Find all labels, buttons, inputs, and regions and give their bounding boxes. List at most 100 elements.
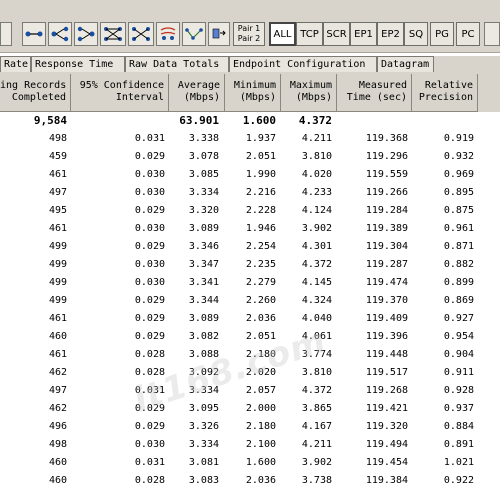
table-row[interactable]: 496 0.029 3.326 2.180 4.167 119.320 0.884 [0,418,500,436]
cell-records: 495 [48,205,67,216]
table-row[interactable]: 461 0.029 3.089 2.036 4.040 119.409 0.927 [0,310,500,328]
table-row[interactable]: 497 0.031 3.334 2.057 4.372 119.268 0.928 [0,382,500,400]
table-row[interactable]: 498 0.030 3.334 2.100 4.211 119.494 0.891 [0,436,500,454]
more-button[interactable] [484,22,500,46]
table-row[interactable]: 461 0.030 3.085 1.990 4.020 119.559 0.969 [0,166,500,184]
group-icon[interactable] [182,22,206,46]
table-row[interactable]: 499 0.030 3.341 2.279 4.145 119.474 0.899 [0,274,500,292]
cell-relative-precision: 0.922 [443,475,474,486]
filter-ep2-button[interactable]: EP2 [377,22,404,46]
cell-measured-time: 119.268 [365,385,408,396]
tab-raw-data-totals[interactable]: Raw Data Totals [125,56,229,72]
cell-relative-precision: 0.937 [443,403,474,414]
cell-minimum: 2.279 [245,277,276,288]
tab-rate[interactable]: Rate [0,56,31,72]
table-row[interactable]: 498 0.031 3.338 1.937 4.211 119.368 0.919 [0,130,500,148]
filter-ep1-button[interactable]: EP1 [350,22,377,46]
column-header-minimum[interactable]: Minimum (Mbps) [225,74,281,112]
filter-tcp-button[interactable]: TCP [296,22,323,46]
cell-average: 3.341 [188,277,219,288]
cell-confidence: 0.029 [134,403,165,414]
filter-all-button[interactable]: ALL [269,22,296,46]
filter-scr-button[interactable]: SCR [323,22,350,46]
multicast-icon[interactable] [156,22,180,46]
cell-relative-precision: 0.927 [443,313,474,324]
table-row[interactable]: 460 0.029 3.082 2.051 4.061 119.396 0.954 [0,328,500,346]
pair-link-icon[interactable] [22,22,46,46]
cell-relative-precision: 0.954 [443,331,474,342]
table-row[interactable]: 462 0.028 3.092 2.020 3.810 119.517 0.911 [0,364,500,382]
cell-minimum: 2.051 [245,151,276,162]
cell-confidence: 0.029 [134,331,165,342]
totals-row[interactable]: 9,584 63.901 1.600 4.372 [0,112,500,130]
partial-button[interactable] [0,22,12,46]
cell-minimum: 2.254 [245,241,276,252]
cell-records: 498 [48,439,67,450]
table-row[interactable]: 460 0.031 3.081 1.600 3.902 119.454 1.021 [0,454,500,472]
cell-confidence: 0.029 [134,421,165,432]
column-header-measured-time[interactable]: Measured Time (sec) [337,74,412,112]
cell-average: 3.088 [188,349,219,360]
cell-relative-precision: 0.932 [443,151,474,162]
cell-measured-time: 119.517 [365,367,408,378]
pair-toggle-button[interactable]: Pair 1 Pair 2 [233,22,265,46]
table-row[interactable]: 499 0.029 3.346 2.254 4.301 119.304 0.871 [0,238,500,256]
column-header-maximum[interactable]: Maximum (Mbps) [281,74,337,112]
cell-average: 3.085 [188,169,219,180]
cell-minimum: 2.036 [245,475,276,486]
table-row[interactable]: 499 0.029 3.344 2.260 4.324 119.370 0.869 [0,292,500,310]
cell-measured-time: 119.368 [365,133,408,144]
toolbar: Pair 1 Pair 2 ALL TCP SCR EP1 EP2 SQ PG … [0,0,500,53]
cell-relative-precision: 0.928 [443,385,474,396]
cell-maximum: 4.301 [301,241,332,252]
tab-response-time[interactable]: Response Time [31,56,125,72]
table-row[interactable]: 461 0.028 3.088 2.180 3.774 119.448 0.904 [0,346,500,364]
filter-sq-button[interactable]: SQ [404,22,428,46]
cell-measured-time: 119.494 [365,439,408,450]
table-row[interactable]: 459 0.029 3.078 2.051 3.810 119.296 0.932 [0,148,500,166]
many-to-one-icon[interactable] [74,22,98,46]
one-to-many-icon[interactable] [48,22,72,46]
mesh-alt-icon[interactable] [128,22,154,46]
cell-average: 63.901 [179,114,219,127]
cell-average: 3.326 [188,421,219,432]
cell-minimum: 2.100 [245,439,276,450]
transfer-icon[interactable] [208,22,230,46]
cell-maximum: 3.902 [301,223,332,234]
filter-pc-button[interactable]: PC [456,22,480,46]
cell-confidence: 0.031 [134,133,165,144]
cell-average: 3.334 [188,187,219,198]
cell-minimum: 2.020 [245,367,276,378]
cell-minimum: 2.216 [245,187,276,198]
cell-relative-precision: 0.904 [443,349,474,360]
cell-average: 3.089 [188,223,219,234]
cell-confidence: 0.028 [134,475,165,486]
column-header-average[interactable]: Average (Mbps) [169,74,225,112]
cell-confidence: 0.028 [134,367,165,378]
tab-endpoint-configuration[interactable]: Endpoint Configuration [229,56,377,72]
cell-relative-precision: 0.969 [443,169,474,180]
table-row[interactable]: 462 0.029 3.095 2.000 3.865 119.421 0.937 [0,400,500,418]
table-row[interactable]: 461 0.030 3.089 1.946 3.902 119.389 0.961 [0,220,500,238]
cell-relative-precision: 0.919 [443,133,474,144]
cell-minimum: 1.946 [245,223,276,234]
column-header-records[interactable]: ing Records Completed [0,74,71,112]
cell-average: 3.078 [188,151,219,162]
mesh-icon[interactable] [100,22,126,46]
cell-measured-time: 119.287 [365,259,408,270]
table-row[interactable]: 495 0.029 3.320 2.228 4.124 119.284 0.875 [0,202,500,220]
column-header-relative-precision[interactable]: Relative Precision [412,74,478,112]
cell-measured-time: 119.384 [365,475,408,486]
tab-datagram[interactable]: Datagram [377,56,434,72]
table-row[interactable]: 499 0.030 3.347 2.235 4.372 119.287 0.882 [0,256,500,274]
cell-relative-precision: 0.891 [443,439,474,450]
column-header-confidence[interactable]: 95% Confidence Interval [71,74,169,112]
cell-maximum: 4.040 [301,313,332,324]
filter-pg-button[interactable]: PG [430,22,454,46]
cell-average: 3.346 [188,241,219,252]
table-row[interactable]: 460 0.028 3.083 2.036 3.738 119.384 0.922 [0,472,500,490]
cell-records: 462 [48,367,67,378]
cell-confidence: 0.031 [134,457,165,468]
table-row[interactable]: 497 0.030 3.334 2.216 4.233 119.266 0.895 [0,184,500,202]
cell-maximum: 3.774 [301,349,332,360]
